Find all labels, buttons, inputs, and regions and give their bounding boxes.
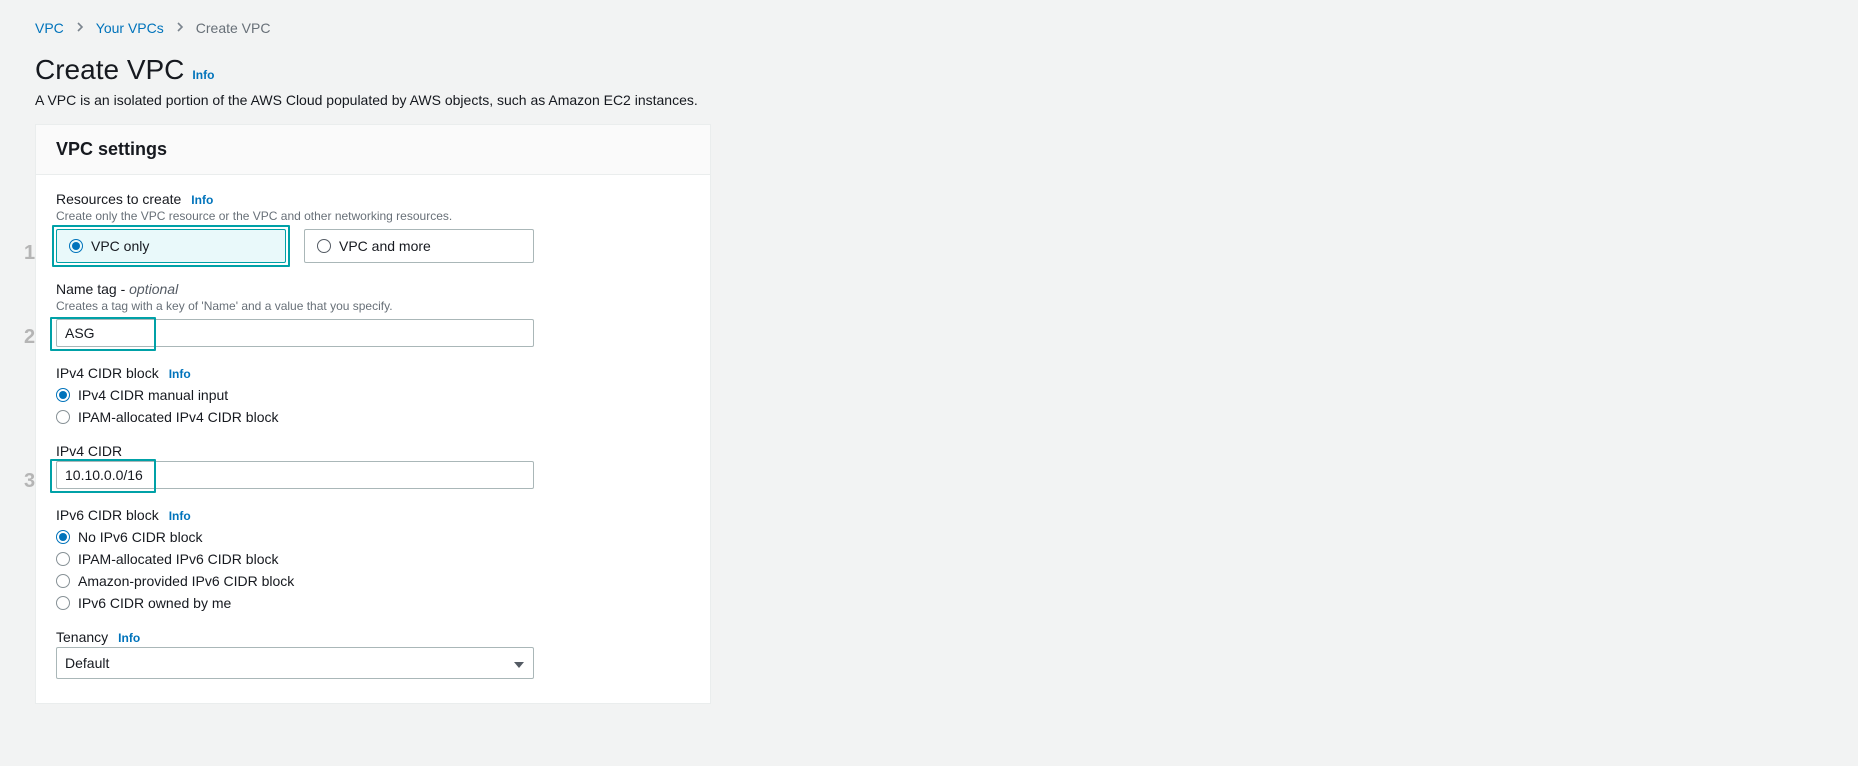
radio-icon [317,239,331,253]
radio-label: IPv6 CIDR owned by me [78,595,231,611]
radio-label: IPv4 CIDR manual input [78,387,228,403]
label-ipv6-cidr-block: IPv6 CIDR block [56,507,159,523]
chevron-right-icon [76,21,84,35]
radio-icon [69,239,83,253]
radio-ipv6-none[interactable]: No IPv6 CIDR block [56,529,690,545]
radio-icon [56,596,70,610]
input-ipv4-cidr[interactable] [56,461,534,489]
label-resources-to-create: Resources to create [56,191,181,207]
radio-label: No IPv6 CIDR block [78,529,202,545]
breadcrumb: VPC Your VPCs Create VPC [35,20,1858,36]
panel-title: VPC settings [56,139,690,160]
radio-icon [56,410,70,424]
radio-icon [56,388,70,402]
radio-ipv4-manual[interactable]: IPv4 CIDR manual input [56,387,690,403]
label-ipv4-cidr: IPv4 CIDR [56,443,122,459]
breadcrumb-link-your-vpcs[interactable]: Your VPCs [96,20,164,36]
chevron-right-icon [176,21,184,35]
radio-ipv6-amazon[interactable]: Amazon-provided IPv6 CIDR block [56,573,690,589]
info-link-resources[interactable]: Info [191,193,213,207]
label-ipv4-cidr-block: IPv4 CIDR block [56,365,159,381]
step-marker-2: 2 [24,327,35,347]
breadcrumb-current: Create VPC [196,20,271,36]
page-description: A VPC is an isolated portion of the AWS … [35,92,1858,108]
radio-label: IPAM-allocated IPv4 CIDR block [78,409,278,425]
radio-icon [56,552,70,566]
radio-icon [56,574,70,588]
radio-tile-vpc-and-more[interactable]: VPC and more [304,229,534,263]
radio-tile-label: VPC and more [339,238,431,254]
radio-icon [56,530,70,544]
info-link-page[interactable]: Info [192,68,214,82]
page-title: Create VPC [35,54,184,86]
radio-tile-label: VPC only [91,238,149,254]
label-tenancy: Tenancy [56,629,108,645]
info-link-tenancy[interactable]: Info [118,631,140,645]
radio-label: Amazon-provided IPv6 CIDR block [78,573,294,589]
breadcrumb-link-vpc[interactable]: VPC [35,20,64,36]
select-value: Default [65,655,109,671]
radio-ipv6-owned[interactable]: IPv6 CIDR owned by me [56,595,690,611]
input-name-tag[interactable] [56,319,534,347]
vpc-settings-panel: VPC settings 1 Resources to create Info … [35,124,711,704]
radio-tile-vpc-only[interactable]: VPC only [56,229,286,263]
step-marker-3: 3 [24,471,35,491]
info-link-ipv6-block[interactable]: Info [169,509,191,523]
hint-name-tag: Creates a tag with a key of 'Name' and a… [56,299,690,313]
step-marker-1: 1 [24,243,35,263]
radio-ipv4-ipam[interactable]: IPAM-allocated IPv4 CIDR block [56,409,690,425]
radio-label: IPAM-allocated IPv6 CIDR block [78,551,278,567]
label-name-tag: Name tag - optional [56,281,178,297]
hint-resources-to-create: Create only the VPC resource or the VPC … [56,209,690,223]
radio-ipv6-ipam[interactable]: IPAM-allocated IPv6 CIDR block [56,551,690,567]
select-tenancy[interactable]: Default [56,647,534,679]
info-link-ipv4-block[interactable]: Info [169,367,191,381]
